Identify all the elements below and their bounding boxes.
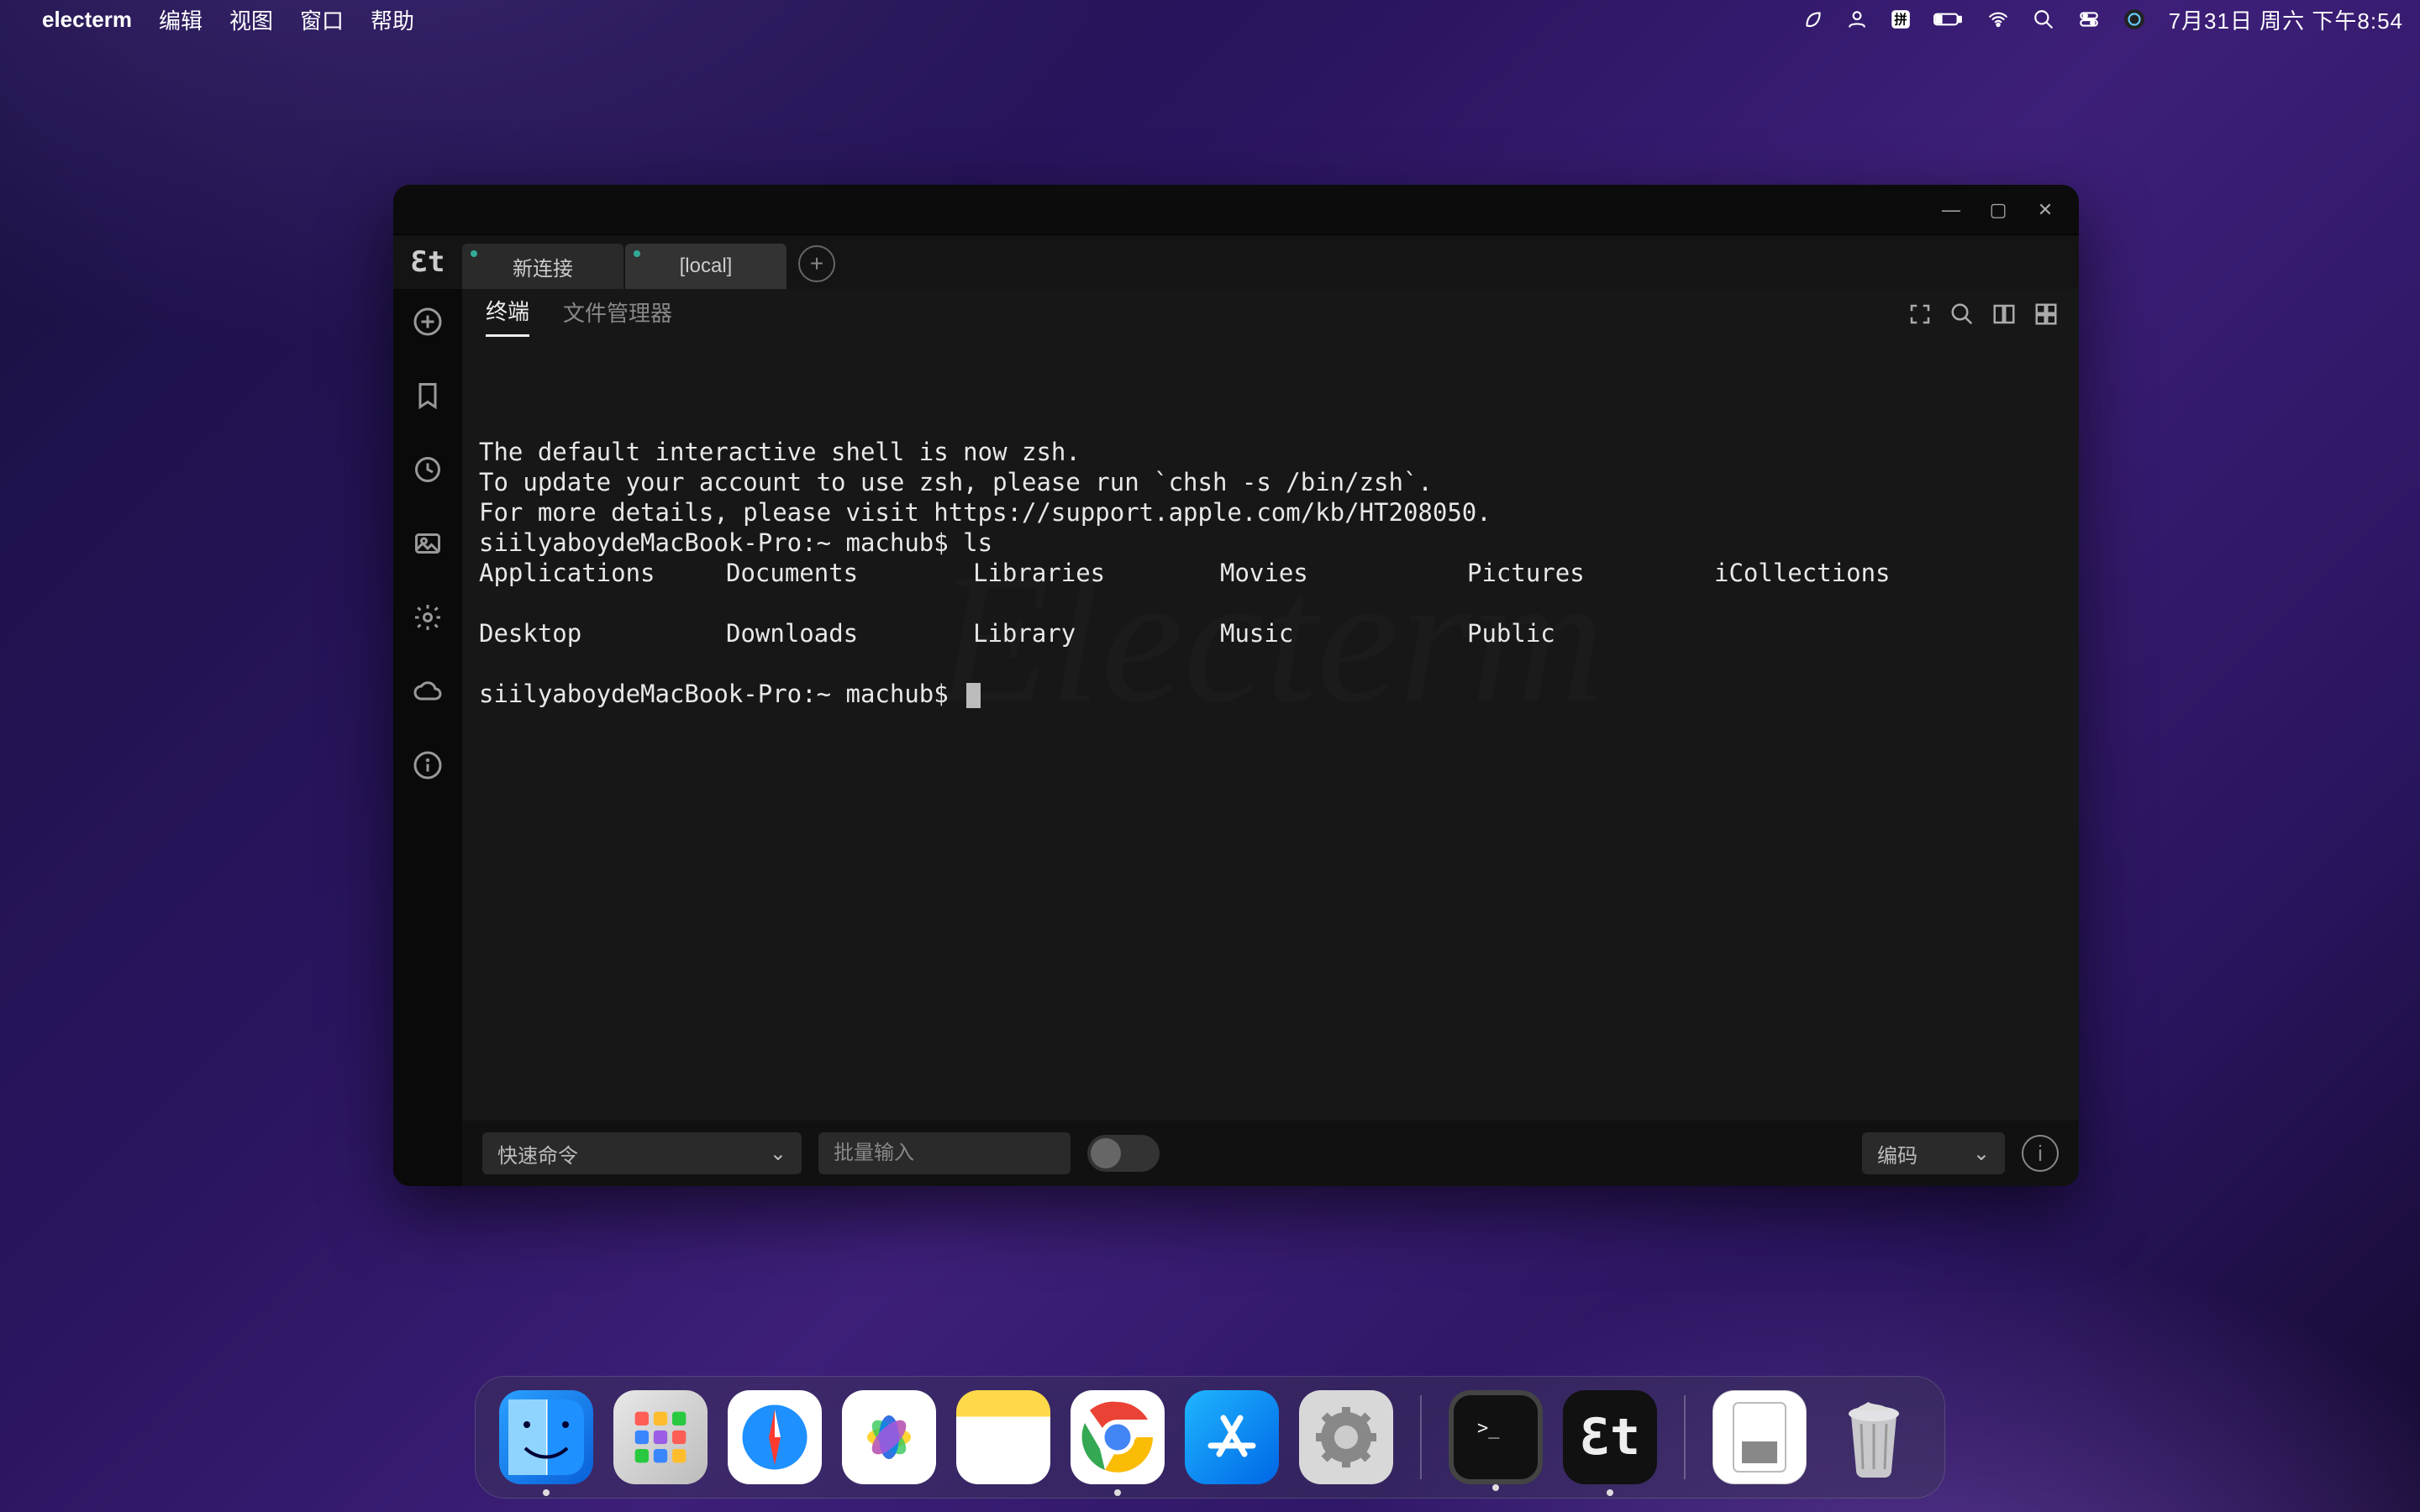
wifi-icon[interactable] xyxy=(1986,8,2011,30)
dock-chrome[interactable] xyxy=(1071,1390,1165,1484)
input-method-icon[interactable]: 拼 xyxy=(1890,8,1912,30)
dock-separator xyxy=(1420,1395,1422,1479)
menubar-clock[interactable]: 7月31日 周六 下午8:54 xyxy=(2169,4,2403,35)
menu-edit[interactable]: 编辑 xyxy=(159,4,203,35)
bookmarks-icon[interactable] xyxy=(410,378,445,413)
split-grid-icon[interactable] xyxy=(2033,302,2059,331)
tab-label: [local] xyxy=(680,255,733,278)
info-icon[interactable] xyxy=(410,748,445,783)
subtab-file-manager[interactable]: 文件管理器 xyxy=(563,297,672,336)
terminal-prompt: siilyaboydeMacBook-Pro:~ machub$ xyxy=(479,680,981,708)
tab-label: 新连接 xyxy=(513,252,573,281)
dock-terminal[interactable]: >_ xyxy=(1449,1390,1543,1484)
terminal-line: To update your account to use zsh, pleas… xyxy=(479,468,1433,496)
terminal-line: For more details, please visit https://s… xyxy=(479,498,1491,527)
settings-icon[interactable] xyxy=(410,600,445,635)
toggle-knob-icon xyxy=(1091,1138,1121,1168)
tab-local[interactable]: [local] xyxy=(625,244,786,289)
dock-photos[interactable] xyxy=(842,1390,936,1484)
chevron-down-icon: ⌄ xyxy=(1973,1142,1990,1166)
terminal-output[interactable]: Electerm The default interactive shell i… xyxy=(462,343,2079,1121)
image-icon[interactable] xyxy=(410,526,445,561)
dock-separator xyxy=(1684,1395,1686,1479)
ls-row: DesktopDownloadsLibraryMusicPublic xyxy=(479,618,2062,648)
dock-finder[interactable] xyxy=(499,1390,593,1484)
new-session-icon[interactable] xyxy=(410,304,445,339)
encoding-select[interactable]: 编码 ⌄ xyxy=(1862,1132,2005,1174)
dock-trash[interactable] xyxy=(1827,1390,1921,1484)
quick-command-select[interactable]: 快速命令 ⌄ xyxy=(482,1132,802,1174)
siri-icon[interactable] xyxy=(2123,8,2145,30)
running-dot-icon xyxy=(543,1489,550,1496)
running-dot-icon xyxy=(1607,1489,1613,1496)
session-info-button[interactable]: i xyxy=(2022,1135,2059,1172)
dock-document[interactable] xyxy=(1712,1390,1807,1484)
close-button[interactable]: ✕ xyxy=(2022,185,2069,235)
fullscreen-icon[interactable] xyxy=(1907,302,1933,331)
dock-notes[interactable] xyxy=(956,1390,1050,1484)
add-tab-button[interactable]: + xyxy=(798,245,835,282)
leaf-icon[interactable] xyxy=(1802,8,1824,30)
tab-status-dot-icon xyxy=(471,250,477,257)
bottom-bar: 快速命令 ⌄ 编码 ⌄ i xyxy=(462,1121,2079,1186)
terminal-line: The default interactive shell is now zsh… xyxy=(479,438,1081,466)
ls-row: ApplicationsDocumentsLibrariesMoviesPict… xyxy=(479,558,2062,588)
running-dot-icon xyxy=(1114,1489,1121,1496)
svg-text:>_: >_ xyxy=(1477,1418,1500,1439)
chevron-down-icon: ⌄ xyxy=(770,1142,786,1166)
search-icon[interactable] xyxy=(1949,302,1975,331)
menu-view[interactable]: 视图 xyxy=(229,4,273,35)
app-logo-icon[interactable]: Ɛt xyxy=(393,235,462,289)
electerm-window: — ▢ ✕ Ɛt 新连接 [local] + xyxy=(393,185,2079,1186)
batch-input[interactable] xyxy=(818,1132,1071,1174)
maximize-button[interactable]: ▢ xyxy=(1975,185,2022,235)
minimize-button[interactable]: — xyxy=(1928,185,1975,235)
quick-command-label: 快速命令 xyxy=(497,1139,578,1168)
running-dot-icon xyxy=(1492,1484,1499,1491)
menu-window[interactable]: 窗口 xyxy=(300,4,344,35)
subtab-terminal[interactable]: 终端 xyxy=(486,295,529,337)
batch-toggle[interactable] xyxy=(1087,1135,1160,1172)
user-icon[interactable] xyxy=(1846,8,1868,30)
history-icon[interactable] xyxy=(410,452,445,487)
tab-status-dot-icon xyxy=(634,250,640,257)
dock-system-preferences[interactable] xyxy=(1299,1390,1393,1484)
spotlight-icon[interactable] xyxy=(2033,8,2054,30)
dock-launchpad[interactable] xyxy=(613,1390,708,1484)
menu-help[interactable]: 帮助 xyxy=(371,4,414,35)
titlebar: — ▢ ✕ xyxy=(393,185,2079,235)
app-name[interactable]: electerm xyxy=(42,7,132,33)
dock-safari[interactable] xyxy=(728,1390,822,1484)
dock-appstore[interactable] xyxy=(1185,1390,1279,1484)
svg-text:拼: 拼 xyxy=(1894,12,1907,27)
sidebar xyxy=(393,289,462,1186)
dock-electerm[interactable]: Ɛt xyxy=(1563,1390,1657,1484)
control-center-icon[interactable] xyxy=(2076,8,2102,30)
sub-tab-bar: 终端 文件管理器 xyxy=(462,289,2079,343)
cloud-sync-icon[interactable] xyxy=(410,674,445,709)
terminal-prompt: siilyaboydeMacBook-Pro:~ machub$ ls xyxy=(479,528,992,557)
encoding-label: 编码 xyxy=(1877,1139,1918,1168)
split-vertical-icon[interactable] xyxy=(1991,302,2017,331)
tab-new-connection[interactable]: 新连接 xyxy=(462,244,623,289)
dock: >_ Ɛt xyxy=(475,1376,1945,1499)
cursor-icon xyxy=(966,683,981,708)
tab-strip: Ɛt 新连接 [local] + xyxy=(393,235,2079,289)
menubar: electerm 编辑 视图 窗口 帮助 拼 7月31日 周六 下午8:54 xyxy=(0,0,2420,39)
main-panel: 终端 文件管理器 Electerm The default interactiv… xyxy=(462,289,2079,1186)
battery-icon[interactable] xyxy=(1933,8,1964,30)
